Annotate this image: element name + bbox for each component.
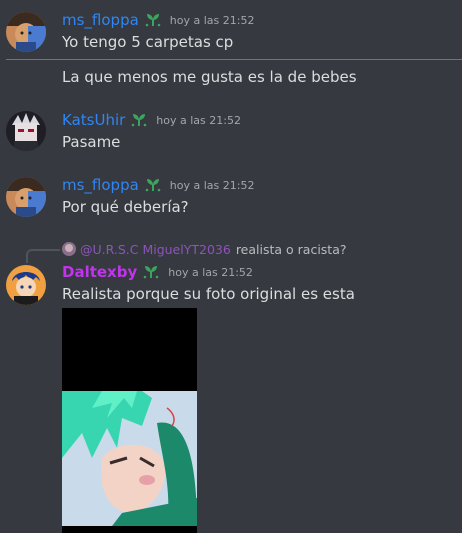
message-header: Daltexby hoy a las 21:52 xyxy=(62,263,253,281)
image-attachment[interactable] xyxy=(62,308,197,533)
leaf-sprout-badge-icon[interactable] xyxy=(130,111,148,129)
avatar[interactable] xyxy=(6,177,46,217)
message-text: Yo tengo 5 carpetas cp xyxy=(62,33,234,51)
reply-text[interactable]: realista o racista? xyxy=(236,242,347,257)
message-group: ms_floppa hoy a las 21:52 Por qué deberí… xyxy=(0,165,462,235)
message-text: Por qué debería? xyxy=(62,198,189,216)
username[interactable]: ms_floppa xyxy=(62,11,139,29)
leaf-sprout-badge-icon[interactable] xyxy=(144,11,162,29)
message-text: Realista porque su foto original es esta xyxy=(62,285,355,303)
avatar[interactable] xyxy=(6,12,46,52)
leaf-sprout-badge-icon[interactable] xyxy=(142,263,160,281)
message-header: KatsUhir hoy a las 21:52 xyxy=(62,111,241,129)
reply-avatar xyxy=(62,242,76,256)
reply-preview[interactable]: @U.R.S.C MiguelYT2036 realista o racista… xyxy=(62,240,347,258)
message-group: ms_floppa hoy a las 21:52 Yo tengo 5 car… xyxy=(0,0,462,100)
timestamp: hoy a las 21:52 xyxy=(169,13,255,27)
username[interactable]: Daltexby xyxy=(62,263,137,281)
timestamp: hoy a las 21:52 xyxy=(156,113,241,127)
new-messages-divider xyxy=(6,59,462,60)
reply-username[interactable]: @U.R.S.C MiguelYT2036 xyxy=(80,242,231,257)
timestamp: hoy a las 21:52 xyxy=(169,178,255,192)
username[interactable]: ms_floppa xyxy=(62,176,139,194)
message-text: La que menos me gusta es la de bebes xyxy=(62,68,357,86)
message-text: Pasame xyxy=(62,133,121,151)
leaf-sprout-badge-icon[interactable] xyxy=(144,176,162,194)
avatar[interactable] xyxy=(6,265,46,305)
username[interactable]: KatsUhir xyxy=(62,111,125,129)
message-group: KatsUhir hoy a las 21:52 Pasame xyxy=(0,100,462,170)
avatar[interactable] xyxy=(6,111,46,151)
timestamp: hoy a las 21:52 xyxy=(168,265,253,279)
message-header: ms_floppa hoy a las 21:52 xyxy=(62,176,254,194)
message-header: ms_floppa hoy a las 21:52 xyxy=(62,11,254,29)
